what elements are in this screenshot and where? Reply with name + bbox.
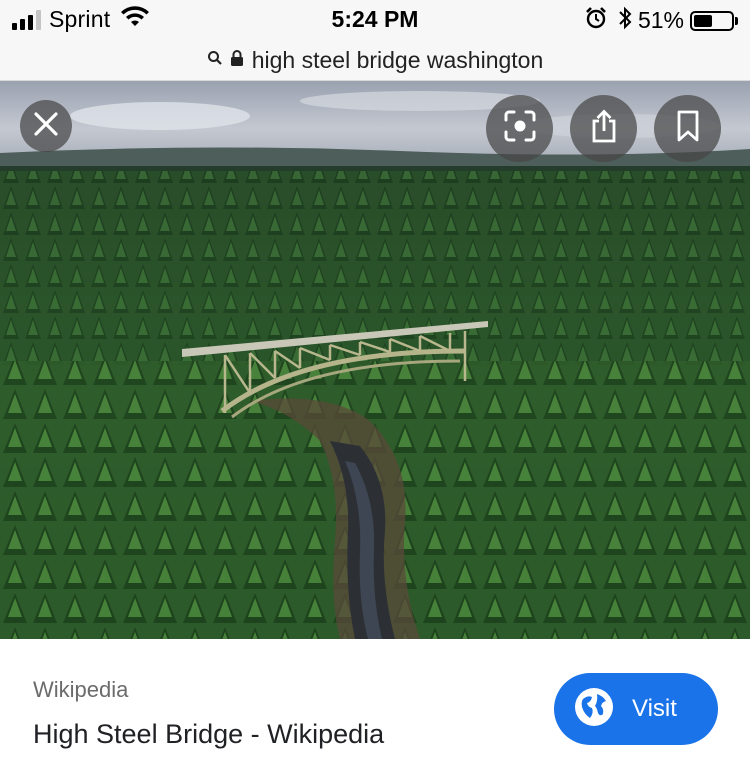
close-icon (33, 111, 59, 142)
url-query-text: high steel bridge washington (251, 46, 544, 73)
bookmark-icon (676, 110, 700, 147)
battery-icon (690, 10, 734, 31)
share-icon (589, 109, 619, 148)
battery-percent: 51% (637, 7, 684, 33)
url-bar[interactable]: high steel bridge washington (0, 40, 750, 81)
alarm-icon (584, 6, 608, 35)
lens-search-button[interactable] (486, 95, 553, 162)
image-viewer[interactable] (0, 81, 750, 639)
bluetooth-icon (618, 6, 632, 35)
lock-icon (230, 49, 244, 72)
visit-label: Visit (632, 695, 677, 722)
search-icon (207, 50, 223, 71)
share-button[interactable] (570, 95, 637, 162)
battery-cap (735, 16, 738, 25)
status-bar: Sprint 5:24 PM 51% (0, 0, 750, 40)
close-button[interactable] (20, 100, 72, 152)
bookmark-button[interactable] (654, 95, 721, 162)
battery-level-fill (694, 14, 712, 27)
result-source[interactable]: Wikipedia (33, 677, 128, 703)
lens-search-icon (503, 109, 537, 148)
bridge-photo (0, 81, 750, 639)
visit-button[interactable]: Visit (554, 673, 718, 745)
globe-icon (574, 687, 614, 732)
result-caption: Wikipedia High Steel Bridge - Wikipedia … (0, 639, 750, 770)
status-right: 51% (584, 6, 738, 35)
result-title[interactable]: High Steel Bridge - Wikipedia (33, 719, 384, 750)
